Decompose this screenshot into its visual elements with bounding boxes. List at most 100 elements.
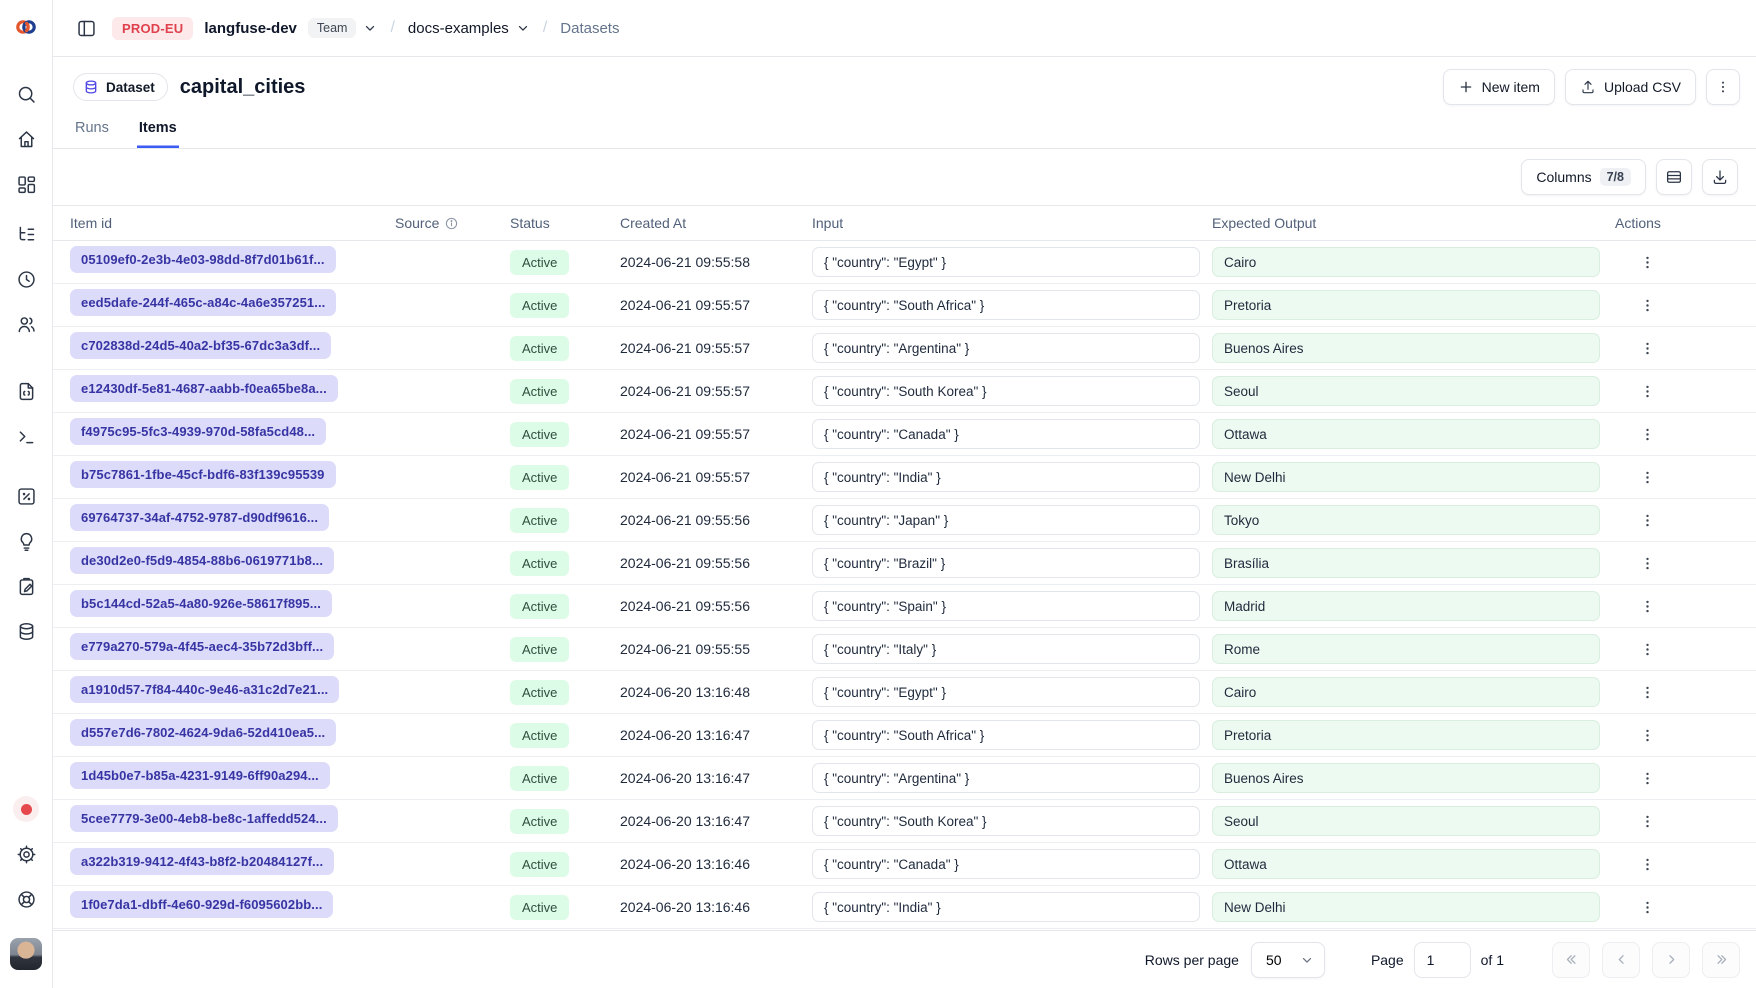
input-cell[interactable]: { "country": "Spain" } <box>812 591 1200 621</box>
sidebar-item-evaluators[interactable] <box>12 482 40 510</box>
input-cell[interactable]: { "country": "Canada" } <box>812 419 1200 449</box>
item-id-link[interactable]: 1d45b0e7-b85a-4231-9149-6ff90a294... <box>70 762 330 789</box>
item-id-link[interactable]: b5c144cd-52a5-4a80-926e-58617f895... <box>70 590 332 617</box>
item-id-link[interactable]: a1910d57-7f84-440c-9e46-a31c2d7e21... <box>70 676 339 703</box>
input-cell[interactable]: { "country": "Canada" } <box>812 849 1200 879</box>
rows-per-page-select[interactable]: 50 <box>1251 942 1325 978</box>
page-number-input[interactable] <box>1414 942 1471 978</box>
row-height-button[interactable] <box>1656 159 1692 195</box>
expected-output-cell[interactable]: Seoul <box>1212 806 1600 836</box>
input-cell[interactable]: { "country": "South Africa" } <box>812 720 1200 750</box>
row-actions-button[interactable] <box>1633 678 1661 706</box>
sidebar-item-dashboards[interactable] <box>12 170 40 198</box>
input-cell[interactable]: { "country": "South Korea" } <box>812 806 1200 836</box>
upload-csv-button[interactable]: Upload CSV <box>1565 69 1696 105</box>
sidebar-item-annotation[interactable] <box>12 572 40 600</box>
item-id-link[interactable]: c702838d-24d5-40a2-bf35-67dc3a3df... <box>70 332 331 359</box>
sidebar-item-home[interactable] <box>12 125 40 153</box>
tab-items[interactable]: Items <box>137 113 179 148</box>
expected-output-cell[interactable]: Cairo <box>1212 677 1600 707</box>
item-id-link[interactable]: 5cee7779-3e00-4eb8-be8c-1affedd524... <box>70 805 338 832</box>
expected-output-cell[interactable]: Pretoria <box>1212 720 1600 750</box>
input-cell[interactable]: { "country": "Japan" } <box>812 505 1200 535</box>
row-actions-button[interactable] <box>1633 893 1661 921</box>
sidebar-toggle-button[interactable] <box>71 13 101 43</box>
item-id-link[interactable]: b75c7861-1fbe-45cf-bdf6-83f139c95539 <box>70 461 336 488</box>
sidebar-item-sessions[interactable] <box>12 265 40 293</box>
sidebar-item-prompts[interactable] <box>12 377 40 405</box>
more-actions-button[interactable] <box>1706 69 1740 105</box>
project-name[interactable]: docs-examples <box>408 20 509 37</box>
expected-output-cell[interactable]: Pretoria <box>1212 290 1600 320</box>
item-id-link[interactable]: de30d2e0-f5d9-4854-88b6-0619771b8... <box>70 547 334 574</box>
tab-runs[interactable]: Runs <box>73 113 111 148</box>
row-actions-button[interactable] <box>1633 291 1661 319</box>
row-actions-button[interactable] <box>1633 764 1661 792</box>
input-cell[interactable]: { "country": "Egypt" } <box>812 247 1200 277</box>
sidebar-item-tracing[interactable] <box>12 220 40 248</box>
expected-output-cell[interactable]: Buenos Aires <box>1212 333 1600 363</box>
item-id-link[interactable]: e12430df-5e81-4687-aabb-f0ea65be8a... <box>70 375 338 402</box>
expected-output-cell[interactable]: Rome <box>1212 634 1600 664</box>
row-actions-button[interactable] <box>1633 807 1661 835</box>
export-button[interactable] <box>1702 159 1738 195</box>
row-actions-button[interactable] <box>1633 420 1661 448</box>
organization-name[interactable]: langfuse-dev <box>204 20 297 37</box>
row-actions-button[interactable] <box>1633 506 1661 534</box>
environment-badge[interactable]: PROD-EU <box>112 17 193 40</box>
sidebar-item-playground[interactable] <box>12 422 40 450</box>
previous-page-button[interactable] <box>1602 942 1640 978</box>
sidebar-item-llm-as-a-judge[interactable] <box>12 527 40 555</box>
row-actions-button[interactable] <box>1633 721 1661 749</box>
input-cell[interactable]: { "country": "India" } <box>812 892 1200 922</box>
expected-output-cell[interactable]: New Delhi <box>1212 462 1600 492</box>
item-id-link[interactable]: e779a270-579a-4f45-aec4-35b72d3bff... <box>70 633 334 660</box>
row-actions-button[interactable] <box>1633 635 1661 663</box>
item-id-link[interactable]: eed5dafe-244f-465c-a84c-4a6e357251... <box>70 289 336 316</box>
breadcrumb-current[interactable]: Datasets <box>560 20 619 37</box>
item-id-link[interactable]: d557e7d6-7802-4624-9da6-52d410ea5... <box>70 719 336 746</box>
org-switcher-button[interactable] <box>363 21 377 35</box>
row-actions-button[interactable] <box>1633 592 1661 620</box>
expected-output-cell[interactable]: Cairo <box>1212 247 1600 277</box>
next-page-button[interactable] <box>1652 942 1690 978</box>
info-icon[interactable] <box>444 216 459 231</box>
input-cell[interactable]: { "country": "South Korea" } <box>812 376 1200 406</box>
expected-output-cell[interactable]: Ottawa <box>1212 849 1600 879</box>
item-id-link[interactable]: a322b319-9412-4f43-b8f2-b20484127f... <box>70 848 334 875</box>
input-cell[interactable]: { "country": "Brazil" } <box>812 548 1200 578</box>
input-cell[interactable]: { "country": "India" } <box>812 462 1200 492</box>
recording-indicator[interactable] <box>13 796 39 822</box>
input-cell[interactable]: { "country": "Argentina" } <box>812 763 1200 793</box>
expected-output-cell[interactable]: Brasília <box>1212 548 1600 578</box>
sidebar-item-search[interactable] <box>12 80 40 108</box>
first-page-button[interactable] <box>1552 942 1590 978</box>
expected-output-cell[interactable]: Seoul <box>1212 376 1600 406</box>
input-cell[interactable]: { "country": "South Africa" } <box>812 290 1200 320</box>
input-cell[interactable]: { "country": "Italy" } <box>812 634 1200 664</box>
item-id-link[interactable]: f4975c95-5fc3-4939-970d-58fa5cd48... <box>70 418 326 445</box>
new-item-button[interactable]: New item <box>1443 69 1555 105</box>
user-avatar[interactable] <box>10 938 42 970</box>
last-page-button[interactable] <box>1702 942 1740 978</box>
expected-output-cell[interactable]: Ottawa <box>1212 419 1600 449</box>
item-id-link[interactable]: 1f0e7da1-dbff-4e60-929d-f6095602bb... <box>70 891 333 918</box>
row-actions-button[interactable] <box>1633 334 1661 362</box>
expected-output-cell[interactable]: Madrid <box>1212 591 1600 621</box>
item-id-link[interactable]: 05109ef0-2e3b-4e03-98dd-8f7d01b61f... <box>70 246 336 273</box>
row-actions-button[interactable] <box>1633 549 1661 577</box>
sidebar-item-settings[interactable] <box>12 840 40 868</box>
item-id-link[interactable]: 69764737-34af-4752-9787-d90df9616... <box>70 504 329 531</box>
sidebar-item-support[interactable] <box>12 885 40 913</box>
row-actions-button[interactable] <box>1633 850 1661 878</box>
input-cell[interactable]: { "country": "Argentina" } <box>812 333 1200 363</box>
columns-button[interactable]: Columns 7/8 <box>1521 159 1646 195</box>
project-switcher-button[interactable] <box>516 21 530 35</box>
row-actions-button[interactable] <box>1633 377 1661 405</box>
expected-output-cell[interactable]: Buenos Aires <box>1212 763 1600 793</box>
sidebar-item-datasets[interactable] <box>12 617 40 645</box>
row-actions-button[interactable] <box>1633 248 1661 276</box>
row-actions-button[interactable] <box>1633 463 1661 491</box>
sidebar-item-users[interactable] <box>12 310 40 338</box>
expected-output-cell[interactable]: New Delhi <box>1212 892 1600 922</box>
